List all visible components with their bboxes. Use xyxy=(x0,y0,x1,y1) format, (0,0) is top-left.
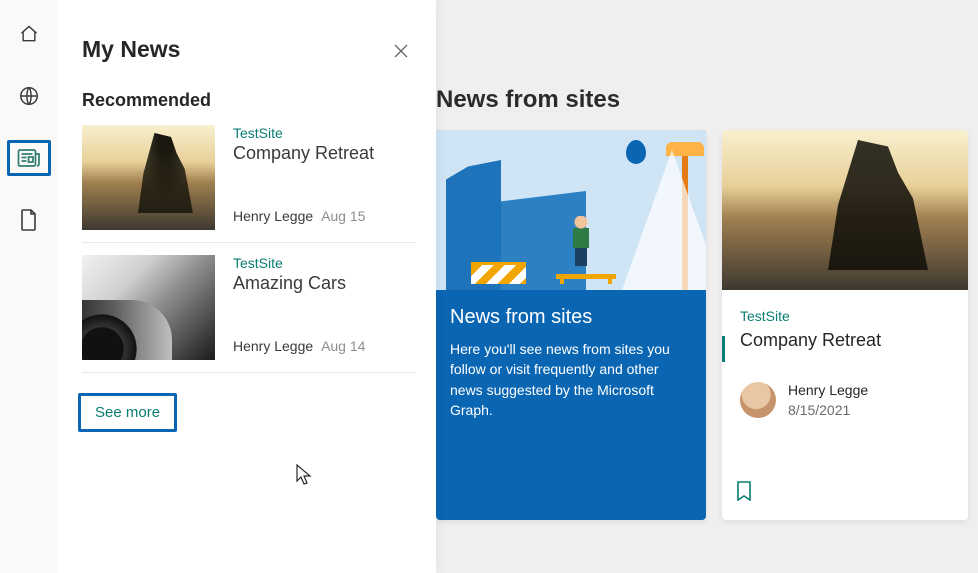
news-title: Company Retreat xyxy=(233,143,374,164)
close-icon xyxy=(393,43,409,59)
news-item[interactable]: TestSite Amazing Cars Henry Legge Aug 14 xyxy=(82,243,416,373)
news-author: Henry Legge xyxy=(233,338,313,354)
author-date: 8/15/2021 xyxy=(788,401,868,419)
news-site: TestSite xyxy=(233,255,365,271)
info-illustration xyxy=(436,130,706,290)
news-thumbnail xyxy=(82,125,215,230)
story-title: Company Retreat xyxy=(740,330,954,351)
nav-globe[interactable] xyxy=(7,78,51,114)
news-author: Henry Legge xyxy=(233,208,313,224)
story-card[interactable]: TestSite Company Retreat Henry Legge 8/1… xyxy=(722,130,968,520)
news-byline: Henry Legge Aug 14 xyxy=(233,338,365,354)
nav-files[interactable] xyxy=(7,202,51,238)
close-button[interactable] xyxy=(386,36,416,66)
news-body: TestSite Amazing Cars Henry Legge Aug 14 xyxy=(233,255,365,360)
bookmark-icon xyxy=(736,481,752,501)
info-body: News from sites Here you'll see news fro… xyxy=(436,290,706,436)
news-title: Amazing Cars xyxy=(233,273,365,294)
section-label: Recommended xyxy=(82,90,416,111)
panel-header: My News xyxy=(82,36,416,66)
news-item[interactable]: TestSite Company Retreat Henry Legge Aug… xyxy=(82,125,416,243)
accent-bar xyxy=(722,336,725,362)
story-image xyxy=(722,130,968,290)
author-meta: Henry Legge 8/15/2021 xyxy=(788,381,868,419)
news-date: Aug 15 xyxy=(321,208,365,224)
card-row: News from sites Here you'll see news fro… xyxy=(436,130,968,520)
news-thumbnail xyxy=(82,255,215,360)
info-title: News from sites xyxy=(450,306,692,329)
panel-title: My News xyxy=(82,36,180,63)
story-site[interactable]: TestSite xyxy=(740,308,954,324)
news-byline: Henry Legge Aug 15 xyxy=(233,208,374,224)
author-name: Henry Legge xyxy=(788,381,868,399)
avatar xyxy=(740,382,776,418)
author-row: Henry Legge 8/15/2021 xyxy=(740,381,954,419)
info-text: Here you'll see news from sites you foll… xyxy=(450,339,692,420)
main-heading: News from sites xyxy=(436,86,620,114)
info-card: News from sites Here you'll see news fro… xyxy=(436,130,706,520)
file-icon xyxy=(20,209,38,231)
news-list: TestSite Company Retreat Henry Legge Aug… xyxy=(82,125,416,373)
bookmark-button[interactable] xyxy=(736,481,752,506)
news-date: Aug 14 xyxy=(321,338,365,354)
news-site: TestSite xyxy=(233,125,374,141)
home-icon xyxy=(19,24,39,44)
news-icon xyxy=(17,148,41,168)
news-body: TestSite Company Retreat Henry Legge Aug… xyxy=(233,125,374,230)
app-rail xyxy=(0,0,58,573)
nav-home[interactable] xyxy=(7,16,51,52)
my-news-panel: My News Recommended TestSite Company Ret… xyxy=(58,0,436,573)
globe-icon xyxy=(18,85,40,107)
story-body: TestSite Company Retreat Henry Legge 8/1… xyxy=(722,290,968,433)
see-more-link[interactable]: See more xyxy=(78,393,177,432)
card-footer xyxy=(722,469,968,520)
nav-my-news[interactable] xyxy=(7,140,51,176)
